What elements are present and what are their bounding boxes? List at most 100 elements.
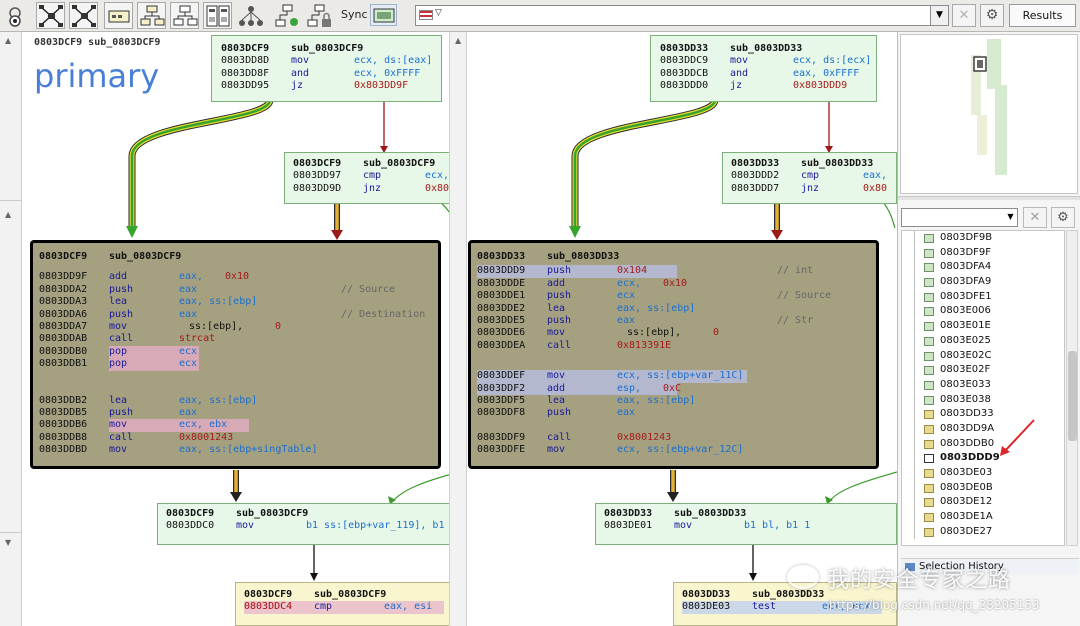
- row-addr: 0803DDB0: [39, 345, 88, 357]
- gutter-collapse-icon-2[interactable]: ▲: [5, 210, 11, 219]
- row-operand: ecx,: [425, 170, 450, 182]
- zoom-icon[interactable]: [2, 2, 28, 29]
- address-dropdown-button[interactable]: ▼: [930, 5, 949, 26]
- row-operand: ecx, ds:[ecx]: [793, 55, 872, 67]
- row-mnemonic: push: [547, 407, 572, 419]
- row-addr: 0803DDEF: [477, 370, 526, 382]
- row-operand-2: 0x10: [225, 271, 250, 283]
- block-header-name: sub_0803DCF9: [291, 43, 364, 54]
- row-addr: 0803DDE6: [477, 327, 526, 339]
- row-addr: 0803DDA7: [39, 320, 88, 332]
- block-header-name: sub_0803DCF9: [314, 589, 387, 600]
- row-operand: ecx,: [617, 277, 642, 289]
- splitter-up-icon[interactable]: ▲: [455, 36, 461, 45]
- code-block-bottom[interactable]: 0803DCF9 sub_0803DCF9 0803DDC4 cmp eax, esi: [235, 582, 459, 626]
- row-operand: ecx: [179, 345, 198, 357]
- row-operand: ecx: [179, 358, 198, 370]
- row-addr: 0803DDB1: [39, 358, 88, 370]
- row-addr: 0803DDF8: [477, 407, 526, 419]
- gutter-collapse-icon[interactable]: ▲: [5, 36, 11, 45]
- row-addr: 0803DDC9: [660, 55, 709, 67]
- row-addr: 0803DDA2: [39, 283, 88, 295]
- row-operand-2: 0x10: [663, 277, 688, 289]
- row-mnemonic: jz: [291, 80, 304, 92]
- code-block-top[interactable]: 0803DD33 sub_0803DD33 0803DDC9 mov ecx, ds:…: [650, 35, 877, 102]
- row-addr: 0803DDFE: [477, 444, 526, 456]
- row-operand: 0x104: [617, 265, 648, 277]
- code-block-top[interactable]: 0803DCF9 sub_0803DCF9 0803DD8D mov ecx, ds:…: [211, 35, 442, 102]
- row-operand: 0x803DD9F: [354, 80, 409, 92]
- row-mnemonic: jnz: [801, 182, 820, 194]
- row-addr: 0803DDCB: [660, 67, 709, 79]
- row-operand: eax: [617, 314, 636, 326]
- layout-hierarchical-icon[interactable]: [36, 2, 65, 29]
- row-addr: 0803DDEA: [477, 339, 526, 351]
- block-header-addr: 0803DCF9: [221, 43, 270, 54]
- code-block-main[interactable]: 0803DCF9 sub_0803DCF9 0803DD9F add eax, 0x10…: [30, 240, 441, 469]
- row-mnemonic: push: [109, 283, 134, 295]
- block-header-addr: 0803DD33: [477, 251, 526, 262]
- row-addr: 0803DDA3: [39, 296, 88, 308]
- code-block-lower[interactable]: 0803DCF9 sub_0803DCF9 0803DDC0 mov b1 ss:[e…: [157, 503, 459, 545]
- address-input[interactable]: ▽: [415, 5, 949, 26]
- row-addr: 0803DDC0: [166, 520, 215, 532]
- watermark-text: 我的安全专家之路: [827, 568, 1012, 593]
- row-mnemonic: add: [547, 382, 566, 394]
- clear-icon[interactable]: ✕: [952, 4, 976, 27]
- network-icon[interactable]: [236, 2, 265, 29]
- row-mnemonic: mov: [109, 444, 128, 456]
- row-operand: ecx, ss:[ebp+var_11C]: [617, 370, 744, 382]
- row-mnemonic: cmp: [314, 601, 333, 613]
- sync-label: Sync: [341, 8, 368, 21]
- pane-splitter[interactable]: ▲: [449, 32, 467, 626]
- row-mnemonic: mov: [674, 520, 693, 532]
- row-mnemonic: and: [291, 67, 310, 79]
- secondary-graph-view[interactable]: 0803DD33 sub_0803DD33 0803DDC9 mov ecx, ds:…: [467, 32, 897, 626]
- row-mnemonic: call: [547, 431, 572, 443]
- flow-icon[interactable]: [272, 2, 301, 29]
- row-mnemonic: push: [109, 406, 134, 418]
- block-header-name: sub_0803DCF9: [363, 158, 436, 169]
- row-operand: b1 ss:[ebp+var_119], b1: [306, 520, 445, 532]
- row-addr: 0803DDA6: [39, 308, 88, 320]
- gear-icon[interactable]: ⚙: [980, 4, 1004, 27]
- row-addr: 0803DE03: [682, 601, 731, 613]
- gutter-collapse-icon-3[interactable]: ▼: [5, 538, 11, 547]
- row-operand: ecx, ebx: [179, 419, 228, 431]
- row-addr: 0803DDD7: [731, 182, 780, 194]
- row-mnemonic: pop: [109, 345, 128, 357]
- row-mnemonic: lea: [109, 394, 128, 406]
- sync-icon[interactable]: [370, 4, 397, 26]
- block-header-name: sub_0803DD33: [752, 589, 825, 600]
- row-operand: 0x8001243: [617, 431, 672, 443]
- row-operand-2: 0xC: [663, 382, 682, 394]
- code-block-lower[interactable]: 0803DD33 sub_0803DD33 0803DE01 mov b1 bl, b…: [595, 503, 897, 545]
- locked-flow-icon[interactable]: [304, 2, 333, 29]
- primary-graph-view[interactable]: 0803DCF9 sub_0803DCF9 primary 0803DCF9 su…: [22, 32, 459, 626]
- row-operand: eax, ss:[ebp+singTable]: [179, 444, 318, 456]
- tree-icon[interactable]: [137, 2, 166, 29]
- code-block-mid[interactable]: 0803DD33 sub_0803DD33 0803DDD2 cmp eax, 080…: [722, 152, 897, 204]
- row-mnemonic: jz: [730, 80, 743, 92]
- row-addr: 0803DDB8: [39, 431, 88, 443]
- block-header-addr: 0803DCF9: [166, 508, 215, 519]
- row-addr: 0803DDF2: [477, 382, 526, 394]
- row-addr: 0803DDD2: [731, 170, 780, 182]
- row-operand: eax: [179, 406, 198, 418]
- row-mnemonic: pop: [109, 358, 128, 370]
- block-header-name: sub_0803DD33: [801, 158, 874, 169]
- block-header-addr: 0803DCF9: [293, 158, 342, 169]
- results-button[interactable]: Results: [1009, 4, 1076, 27]
- row-addr: 0803DDD9: [477, 265, 526, 277]
- split-view-icon[interactable]: [203, 2, 232, 29]
- block-header-addr: 0803DCF9: [244, 589, 293, 600]
- layout-circular-icon[interactable]: [69, 2, 98, 29]
- row-operand: ecx, 0xFFFF: [354, 67, 421, 79]
- code-block-main[interactable]: 0803DD33 sub_0803DD33 0803DDD9 push 0x104 //…: [468, 240, 879, 469]
- row-operand: 0x803DDD9: [793, 80, 848, 92]
- row-operand-2: 0: [713, 327, 720, 339]
- node-tree-icon[interactable]: [170, 2, 199, 29]
- row-operand: ecx, ss:[ebp+var_12C]: [617, 444, 744, 456]
- graph-icon[interactable]: [104, 2, 133, 29]
- code-block-mid[interactable]: 0803DCF9 sub_0803DCF9 0803DD97 cmp ecx, 080…: [284, 152, 459, 204]
